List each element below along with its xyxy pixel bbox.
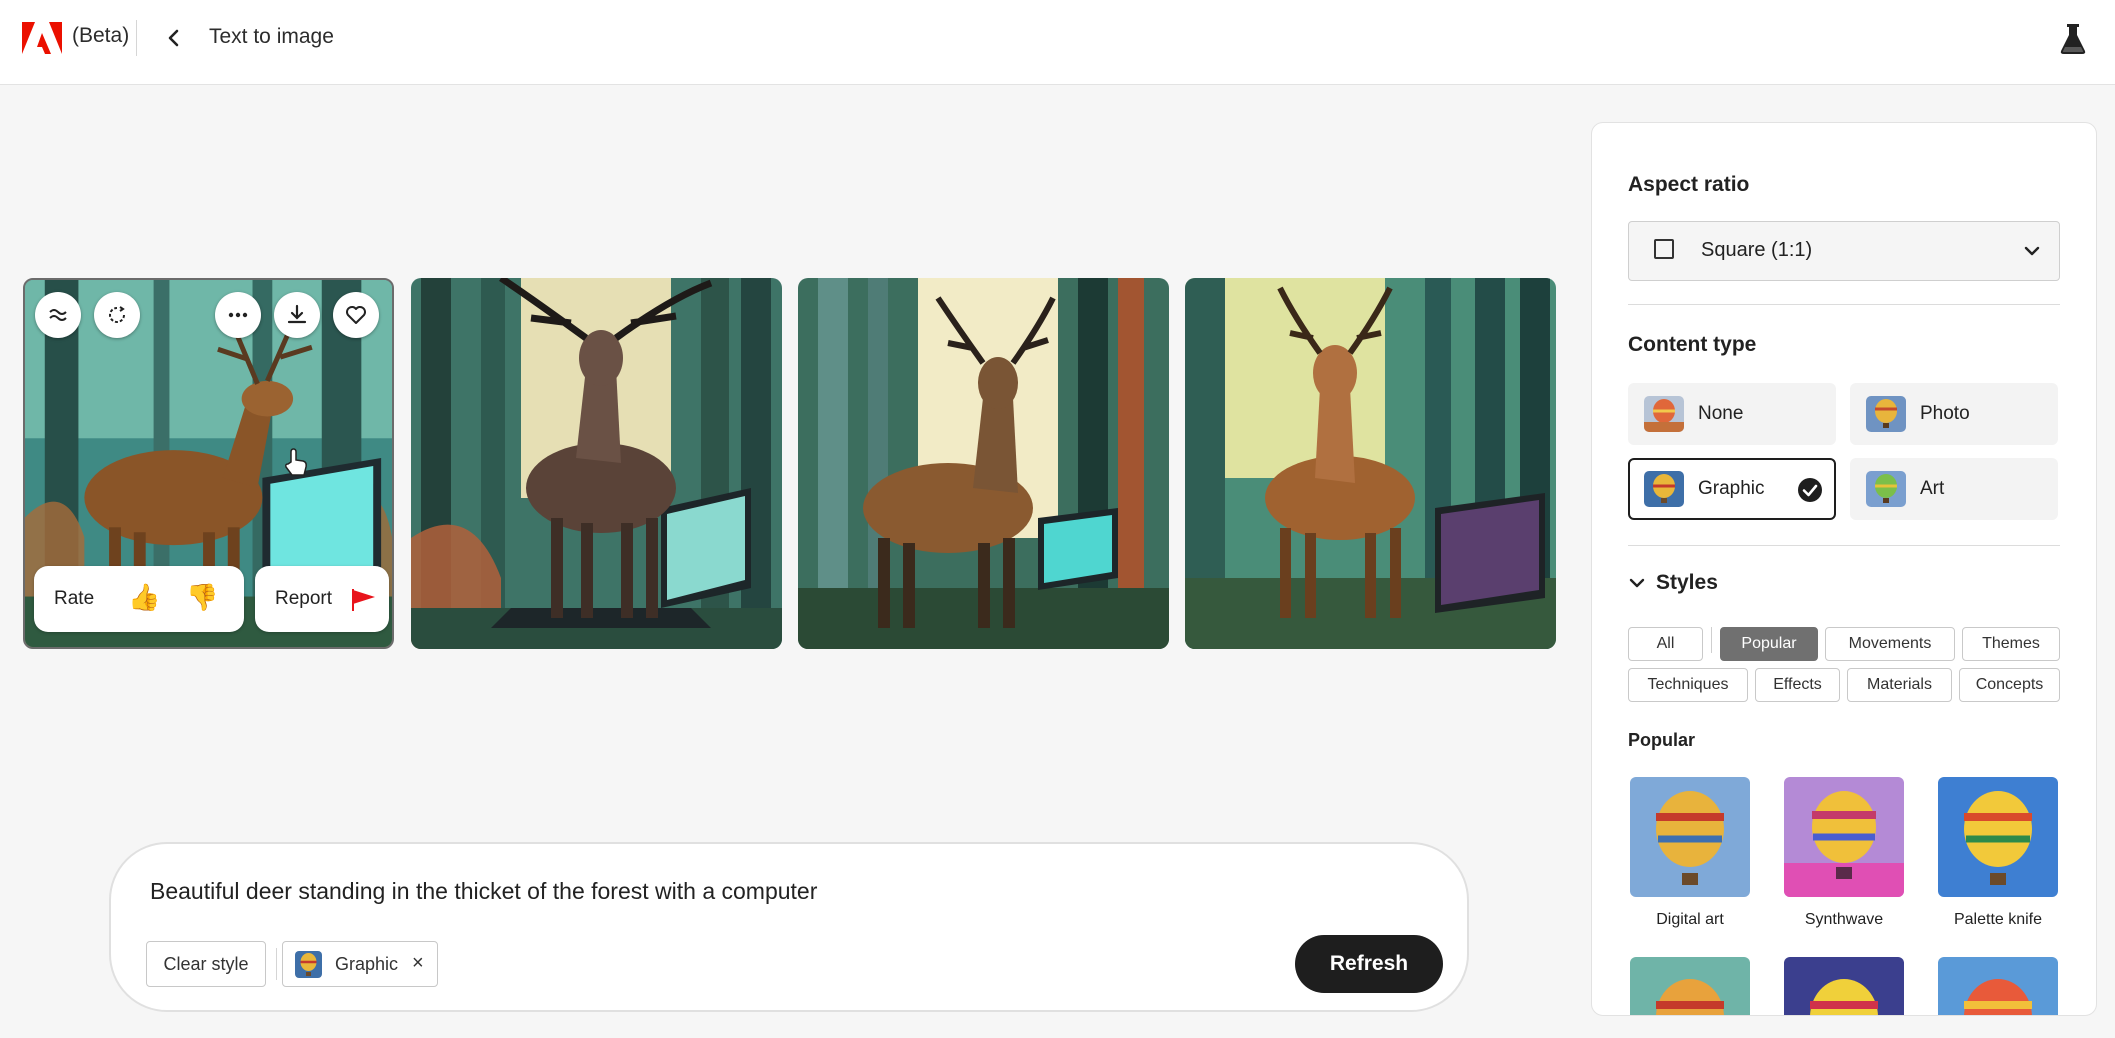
- labs-flask-icon[interactable]: [2058, 22, 2088, 56]
- flag-icon: [352, 589, 375, 611]
- photo-balloon-icon: [1866, 396, 1906, 432]
- style-synthwave[interactable]: [1784, 777, 1904, 897]
- aspect-ratio-title: Aspect ratio: [1628, 173, 1750, 196]
- style-tab-concepts[interactable]: Concepts: [1959, 668, 2060, 702]
- style-label: Palette knife: [1953, 911, 2043, 928]
- styles-section-toggle[interactable]: Styles: [1628, 571, 1718, 595]
- generated-image-3[interactable]: [798, 278, 1169, 649]
- hand-cursor-icon: [285, 448, 307, 476]
- balloon-thumbnail: [1630, 777, 1750, 897]
- style-tab-effects[interactable]: Effects: [1755, 668, 1840, 702]
- clear-style-button[interactable]: Clear style: [146, 941, 266, 987]
- balloon-thumbnail: [1630, 957, 1750, 1015]
- style-digital-art[interactable]: [1630, 777, 1750, 897]
- refresh-button[interactable]: Refresh: [1295, 935, 1443, 993]
- variations-button[interactable]: [35, 292, 81, 338]
- adobe-logo-icon[interactable]: [22, 22, 62, 58]
- style-thumbnail[interactable]: [1784, 957, 1904, 1015]
- style-tab-themes[interactable]: Themes: [1962, 627, 2060, 661]
- chip-divider: [276, 948, 277, 980]
- styles-title: Styles: [1656, 571, 1718, 594]
- generate-similar-button[interactable]: [94, 292, 140, 338]
- generated-image-1[interactable]: Rate 👍 👎 Report: [23, 278, 394, 649]
- report-label: Report: [275, 588, 333, 609]
- chevron-down-icon: [1629, 579, 1645, 588]
- content-type-none[interactable]: None: [1628, 383, 1836, 445]
- divider: [1628, 545, 2060, 546]
- content-type-title: Content type: [1628, 333, 1757, 356]
- heart-icon: [346, 306, 366, 324]
- style-tab-movements[interactable]: Movements: [1825, 627, 1955, 661]
- balloon-thumbnail: [1784, 957, 1904, 1015]
- deer-forest-image: [798, 278, 1169, 649]
- thumbs-down-icon[interactable]: 👎: [186, 582, 218, 613]
- deer-forest-image: [411, 278, 782, 649]
- top-bar: (Beta) Text to image: [0, 0, 2115, 85]
- balloon-thumbnail: [1938, 957, 2058, 1015]
- download-icon: [287, 304, 307, 324]
- content-type-photo[interactable]: Photo: [1850, 383, 2058, 445]
- content-type-label: Graphic: [1698, 478, 1765, 499]
- back-chevron-icon[interactable]: [162, 22, 186, 54]
- rate-label: Rate: [54, 588, 95, 609]
- style-label: Digital art: [1656, 911, 1724, 928]
- style-tab-techniques[interactable]: Techniques: [1628, 668, 1748, 702]
- deer-forest-image: [1185, 278, 1556, 649]
- style-tab-popular[interactable]: Popular: [1720, 627, 1818, 661]
- thumbs-up-icon[interactable]: 👍: [128, 582, 160, 613]
- content-type-label: None: [1698, 403, 1744, 424]
- divider: [1628, 304, 2060, 305]
- none-balloon-icon: [1644, 396, 1684, 432]
- generated-image-4[interactable]: [1185, 278, 1556, 649]
- content-type-graphic[interactable]: Graphic: [1628, 458, 1836, 520]
- report-button[interactable]: Report: [255, 566, 389, 632]
- graphic-style-chip[interactable]: Graphic ×: [282, 941, 438, 987]
- balloon-thumbnail: [1938, 777, 2058, 897]
- header-divider: [136, 20, 137, 56]
- style-label: Synthwave: [1804, 911, 1884, 928]
- style-tab-materials[interactable]: Materials: [1847, 668, 1952, 702]
- tag-divider: [1711, 627, 1712, 653]
- content-type-label: Photo: [1920, 403, 1970, 424]
- prompt-input[interactable]: Beautiful deer standing in the thicket o…: [150, 878, 817, 905]
- generated-image-2[interactable]: [411, 278, 782, 649]
- page-title: Text to image: [209, 25, 334, 48]
- content-type-label: Art: [1920, 478, 1945, 499]
- style-palette-knife[interactable]: [1938, 777, 2058, 897]
- content-type-art[interactable]: Art: [1850, 458, 2058, 520]
- remove-chip-icon[interactable]: ×: [412, 952, 424, 975]
- style-thumbnail[interactable]: [1630, 957, 1750, 1015]
- graphic-balloon-icon: [295, 951, 322, 978]
- aspect-ratio-value: Square (1:1): [1701, 239, 1813, 261]
- download-button[interactable]: [274, 292, 320, 338]
- favorite-button[interactable]: [333, 292, 379, 338]
- style-tab-all[interactable]: All: [1628, 627, 1703, 661]
- more-options-button[interactable]: [215, 292, 261, 338]
- beta-label: (Beta): [72, 24, 130, 47]
- popular-section-title: Popular: [1628, 730, 1696, 750]
- graphic-chip-label: Graphic: [335, 954, 399, 974]
- approx-waves-icon: [49, 309, 67, 321]
- rate-pill: Rate 👍 👎: [34, 566, 244, 632]
- style-thumbnail[interactable]: [1938, 957, 2058, 1015]
- aspect-ratio-select[interactable]: Square (1:1): [1628, 221, 2060, 281]
- checkmark-circle-icon: [1798, 478, 1822, 502]
- ellipsis-icon: [228, 312, 248, 318]
- settings-panel: Aspect ratio Square (1:1) Content type N…: [1591, 122, 2097, 1016]
- refresh-sparkle-icon: [109, 306, 125, 323]
- balloon-thumbnail: [1784, 777, 1904, 897]
- chevron-down-icon: [2024, 246, 2040, 256]
- square-icon: [1654, 239, 1674, 259]
- art-balloon-icon: [1866, 471, 1906, 507]
- graphic-balloon-icon: [1644, 471, 1684, 507]
- prompt-bar: Beautiful deer standing in the thicket o…: [109, 842, 1469, 1012]
